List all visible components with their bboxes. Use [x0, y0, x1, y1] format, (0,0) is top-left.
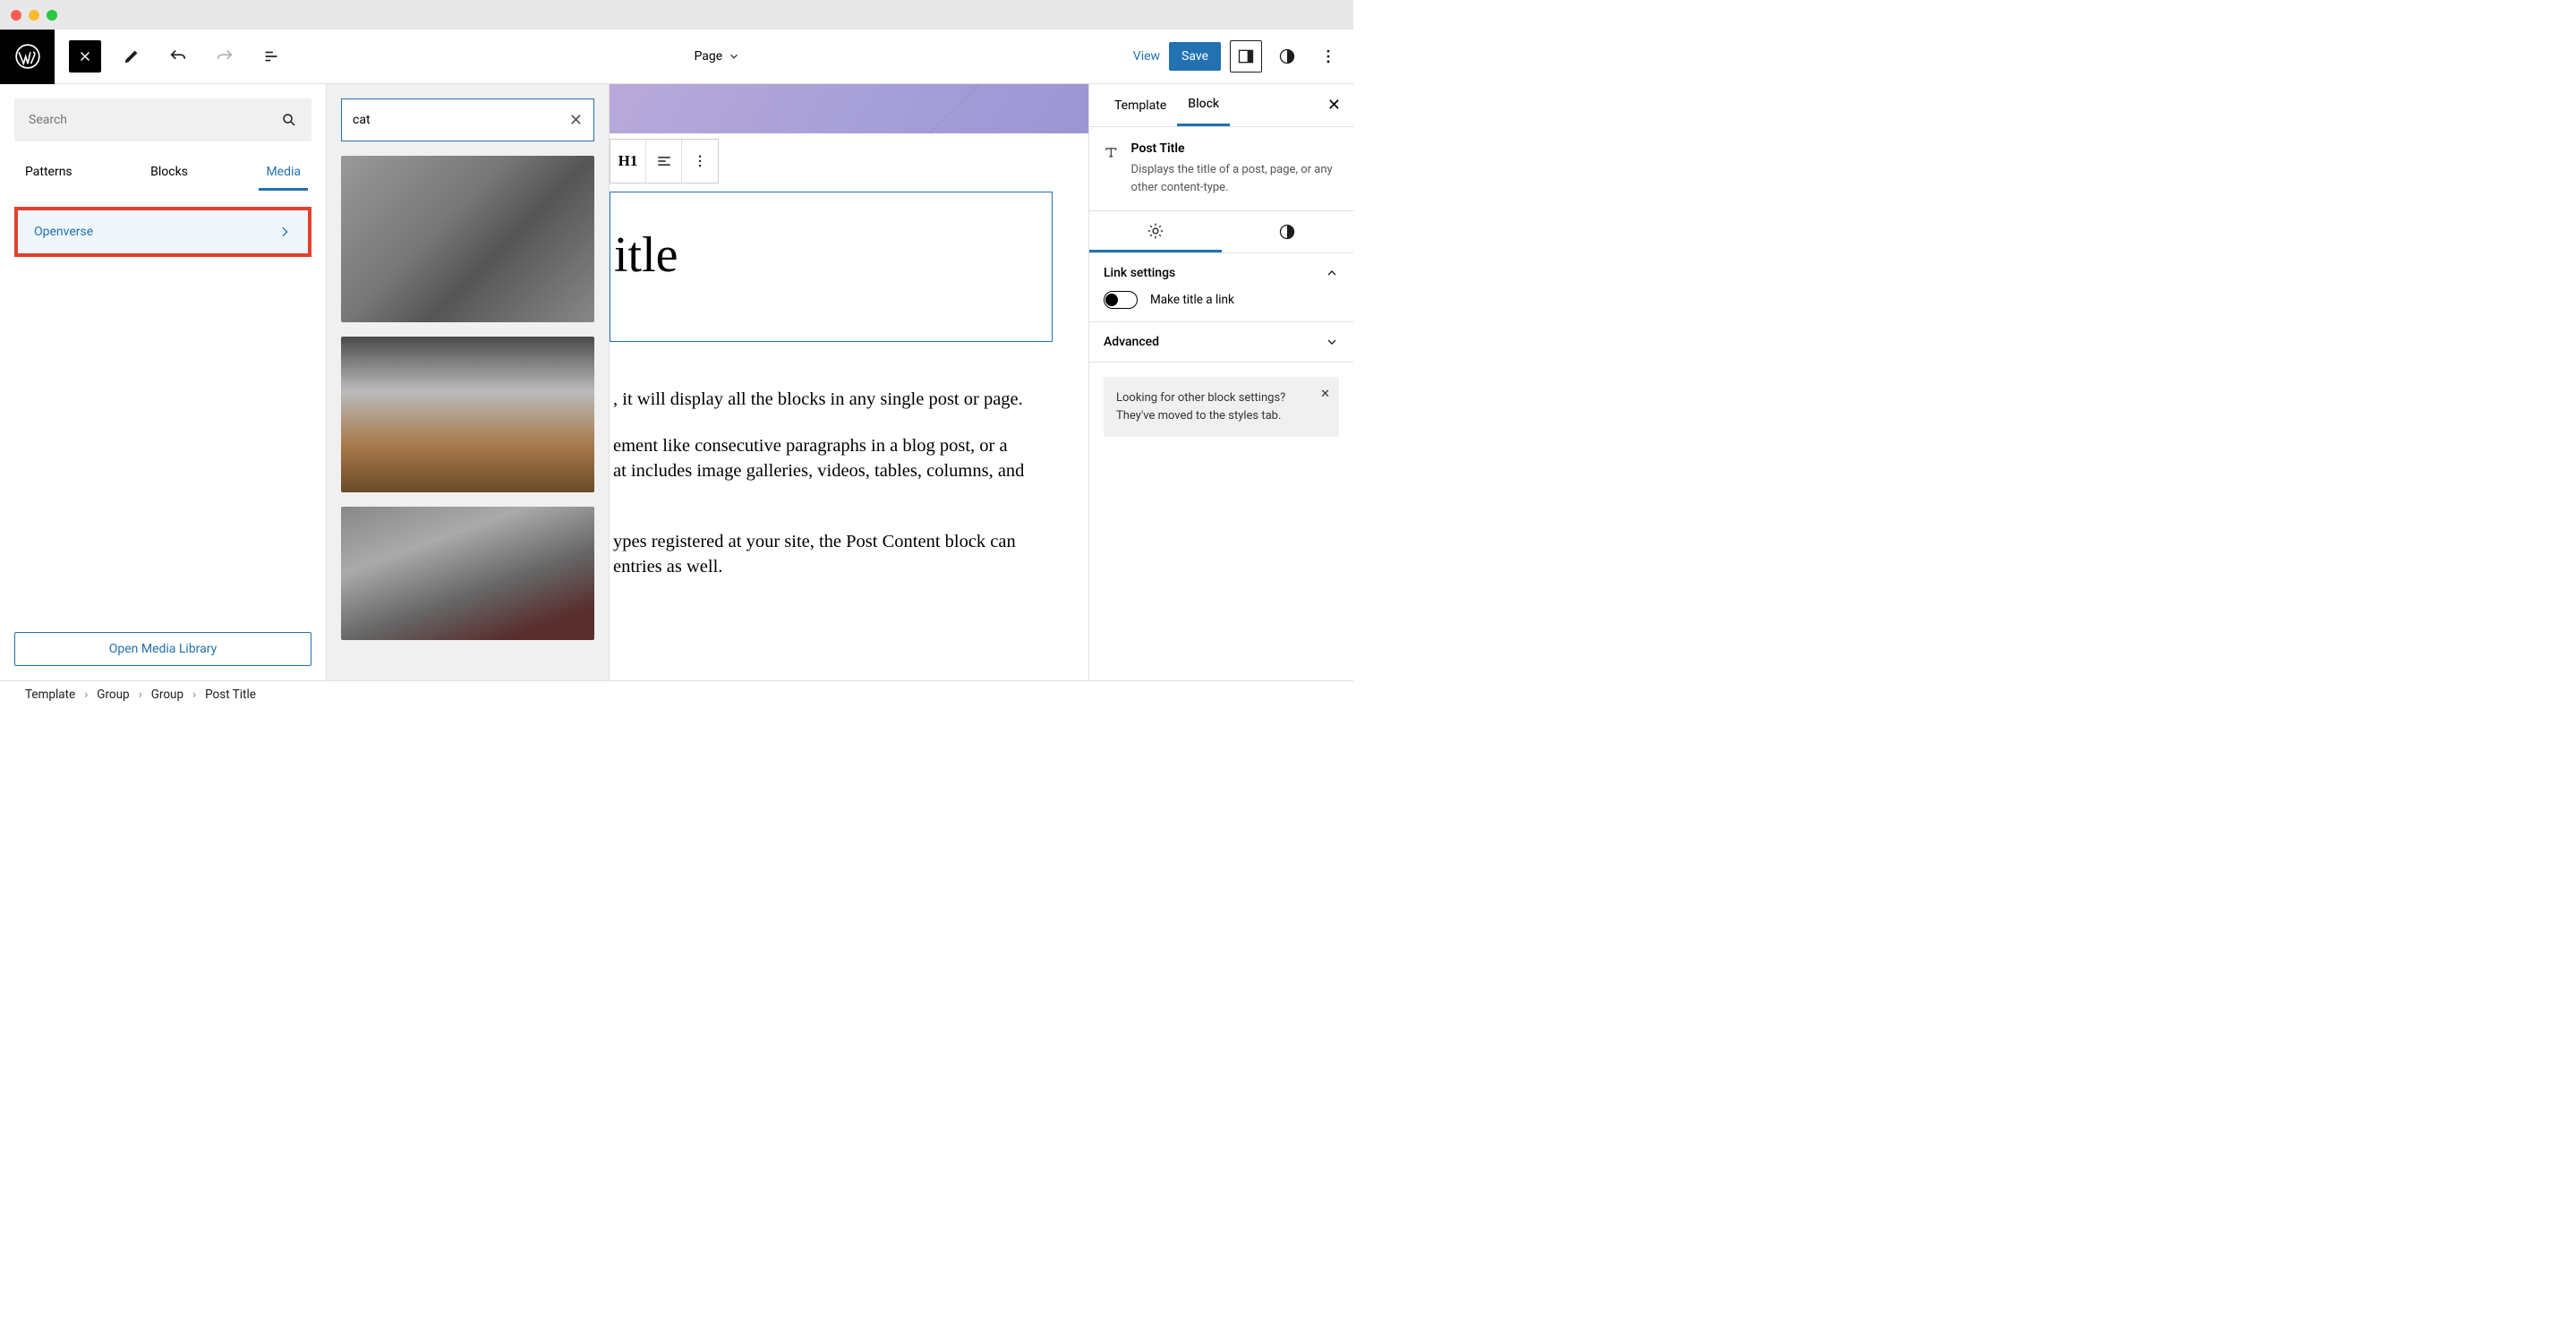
inserter-tabs: Patterns Blocks Media: [14, 156, 311, 191]
advanced-label[interactable]: Advanced: [1104, 335, 1159, 349]
media-search-field[interactable]: [353, 113, 569, 127]
chevron-down-icon: [728, 50, 740, 63]
chevron-right-icon: ›: [84, 688, 88, 702]
tab-template[interactable]: Template: [1104, 86, 1177, 125]
media-thumbnail[interactable]: [341, 337, 594, 492]
media-thumbnail[interactable]: [341, 156, 594, 322]
inserter-panel: Search Patterns Blocks Media Openverse O…: [0, 84, 327, 680]
notice-text: Looking for other block settings? They'v…: [1116, 391, 1285, 423]
sidebar-toggle-icon[interactable]: [1230, 40, 1262, 73]
openverse-label: Openverse: [34, 225, 93, 239]
tab-media[interactable]: Media: [259, 156, 308, 191]
chevron-right-icon: ›: [139, 688, 142, 702]
document-title[interactable]: Page: [302, 49, 1133, 64]
dismiss-notice-icon[interactable]: ✕: [1320, 386, 1330, 404]
heading-level-icon[interactable]: H1: [610, 140, 646, 183]
block-toolbar: H1: [610, 139, 719, 184]
undo-icon[interactable]: [162, 40, 194, 73]
block-description: Displays the title of a post, page, or a…: [1131, 161, 1339, 196]
post-title-block[interactable]: itle: [610, 192, 1053, 342]
crumb[interactable]: Group: [97, 688, 129, 702]
post-title-text: itle: [610, 192, 1052, 284]
open-media-library-button[interactable]: Open Media Library: [14, 632, 311, 666]
search-placeholder: Search: [29, 113, 67, 127]
document-overview-icon[interactable]: [255, 40, 287, 73]
chevron-up-icon[interactable]: [1325, 266, 1339, 280]
close-sidebar-icon[interactable]: ✕: [1327, 96, 1341, 115]
redo-icon[interactable]: [209, 40, 241, 73]
search-input[interactable]: Search: [14, 98, 311, 141]
content-paragraph: ypes registered at your site, the Post C…: [613, 529, 1016, 555]
chevron-right-icon: [277, 225, 292, 239]
minimize-window-icon[interactable]: [29, 10, 39, 21]
styles-tab-icon[interactable]: [1222, 211, 1354, 252]
media-thumbnail[interactable]: [341, 507, 594, 640]
page-banner: [610, 84, 1088, 133]
make-link-toggle[interactable]: [1104, 291, 1138, 309]
save-button[interactable]: Save: [1169, 42, 1221, 71]
tab-blocks[interactable]: Blocks: [143, 156, 195, 191]
breadcrumb: Template › Group › Group › Post Title: [0, 680, 1353, 707]
chevron-down-icon[interactable]: [1325, 335, 1339, 349]
content-paragraph: , it will display all the blocks in any …: [613, 387, 1023, 413]
post-title-icon: [1104, 141, 1119, 163]
clear-icon[interactable]: ✕: [569, 111, 583, 130]
align-icon[interactable]: [646, 140, 682, 183]
crumb[interactable]: Template: [25, 688, 75, 702]
link-settings-label: Link settings: [1104, 266, 1175, 280]
settings-notice: Looking for other block settings? They'v…: [1104, 377, 1339, 437]
settings-sidebar: Template Block ✕ Post Title Displays the…: [1088, 84, 1353, 680]
top-toolbar: Page View Save: [0, 30, 1353, 84]
block-name: Post Title: [1131, 141, 1339, 156]
media-search-input[interactable]: ✕: [341, 98, 594, 141]
zoom-window-icon[interactable]: [47, 10, 57, 21]
editor-canvas[interactable]: H1 itle , it will display all the blocks…: [610, 84, 1088, 680]
make-link-label: Make title a link: [1150, 293, 1234, 307]
tab-block[interactable]: Block: [1177, 84, 1230, 126]
edit-icon[interactable]: [115, 40, 148, 73]
media-results-panel: ✕: [327, 84, 610, 680]
close-window-icon[interactable]: [11, 10, 21, 21]
block-options-icon[interactable]: [682, 140, 718, 183]
window-chrome: [0, 0, 1353, 30]
wordpress-logo[interactable]: [0, 30, 55, 84]
content-paragraph: entries as well.: [613, 554, 722, 580]
style-toggle-icon[interactable]: [1271, 40, 1303, 73]
settings-tab-icon[interactable]: [1089, 211, 1222, 252]
view-button[interactable]: View: [1133, 49, 1160, 64]
search-icon: [281, 112, 297, 128]
content-paragraph: at includes image galleries, videos, tab…: [613, 458, 1024, 484]
chevron-right-icon: ›: [192, 688, 196, 702]
options-icon[interactable]: [1312, 40, 1344, 73]
close-inserter-button[interactable]: [69, 40, 101, 73]
crumb[interactable]: Post Title: [205, 688, 256, 702]
content-paragraph: ement like consecutive paragraphs in a b…: [613, 433, 1008, 459]
crumb[interactable]: Group: [151, 688, 183, 702]
document-title-label: Page: [695, 49, 723, 64]
openverse-row[interactable]: Openverse: [14, 207, 311, 257]
tab-patterns[interactable]: Patterns: [18, 156, 80, 191]
